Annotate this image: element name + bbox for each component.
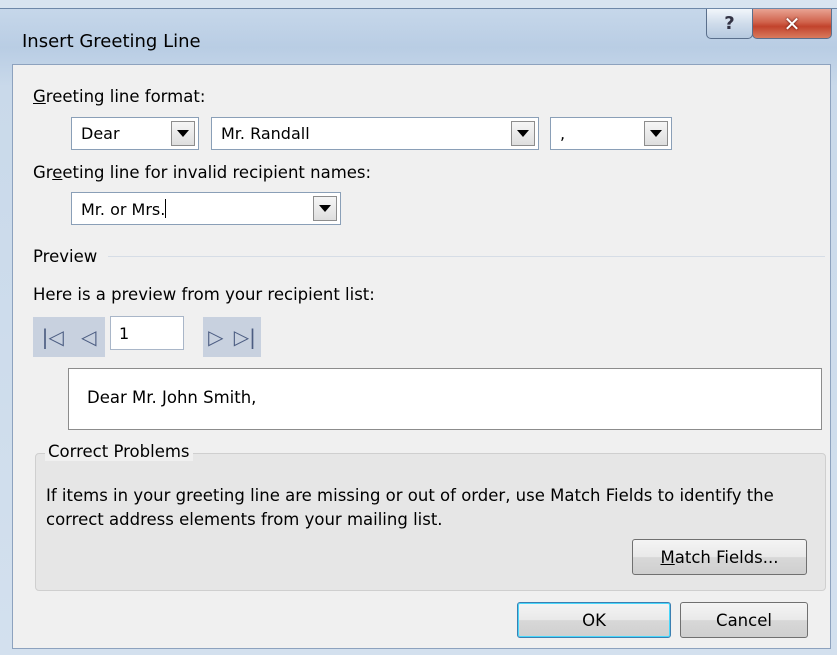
preview-separator xyxy=(108,256,825,257)
dropdown-arrow-icon[interactable] xyxy=(644,121,668,146)
first-record-icon[interactable]: |◁ xyxy=(42,325,64,349)
question-mark-icon: ? xyxy=(724,13,735,34)
preview-intro-text: Here is a preview from your recipient li… xyxy=(33,285,375,304)
close-icon: ✕ xyxy=(783,11,801,36)
correct-problems-description: If items in your greeting line are missi… xyxy=(46,486,774,529)
invalid-names-label: Greeting line for invalid recipient name… xyxy=(33,163,372,182)
next-nav-group: ▷ ▷| xyxy=(203,317,261,357)
prev-nav-group: |◁ ◁ xyxy=(33,317,105,357)
dialog-title: Insert Greeting Line xyxy=(22,31,201,52)
help-button[interactable]: ? xyxy=(706,9,753,39)
invalid-names-value: Mr. or Mrs. xyxy=(81,199,167,219)
dialog-window: Insert Greeting Line ? ✕ Greeting line f… xyxy=(0,8,837,655)
last-record-icon[interactable]: ▷| xyxy=(234,325,256,349)
greeting-preview-text: Dear Mr. John Smith, xyxy=(87,388,257,407)
correct-problems-legend: Correct Problems xyxy=(45,442,193,461)
name-format-dropdown[interactable]: Mr. Randall xyxy=(211,117,539,150)
ok-button[interactable]: OK xyxy=(517,602,671,638)
next-record-icon[interactable]: ▷ xyxy=(208,325,223,349)
punctuation-value: , xyxy=(560,124,566,143)
greeting-preview-box: Dear Mr. John Smith, xyxy=(68,368,822,430)
dropdown-arrow-icon[interactable] xyxy=(171,121,195,146)
cancel-button[interactable]: Cancel xyxy=(680,602,808,638)
preview-section-label: Preview xyxy=(33,247,98,266)
punctuation-dropdown[interactable]: , xyxy=(550,117,672,150)
salutation-dropdown[interactable]: Dear xyxy=(71,117,199,150)
match-fields-button[interactable]: Match Fields... xyxy=(632,539,807,575)
dropdown-arrow-icon[interactable] xyxy=(313,196,337,221)
title-bar[interactable]: Insert Greeting Line ? ✕ xyxy=(0,9,837,61)
record-number-input[interactable]: 1 xyxy=(110,316,184,350)
correct-problems-group: Correct Problems If items in your greeti… xyxy=(35,442,826,591)
invalid-names-dropdown[interactable]: Mr. or Mrs. xyxy=(71,192,341,225)
salutation-value: Dear xyxy=(81,124,120,143)
name-format-value: Mr. Randall xyxy=(221,124,310,143)
dialog-body: Greeting line format: Dear Mr. Randall ,… xyxy=(12,64,831,649)
previous-record-icon[interactable]: ◁ xyxy=(81,325,96,349)
dropdown-arrow-icon[interactable] xyxy=(511,121,535,146)
close-button[interactable]: ✕ xyxy=(752,9,832,39)
greeting-format-label: Greeting line format: xyxy=(33,87,206,106)
